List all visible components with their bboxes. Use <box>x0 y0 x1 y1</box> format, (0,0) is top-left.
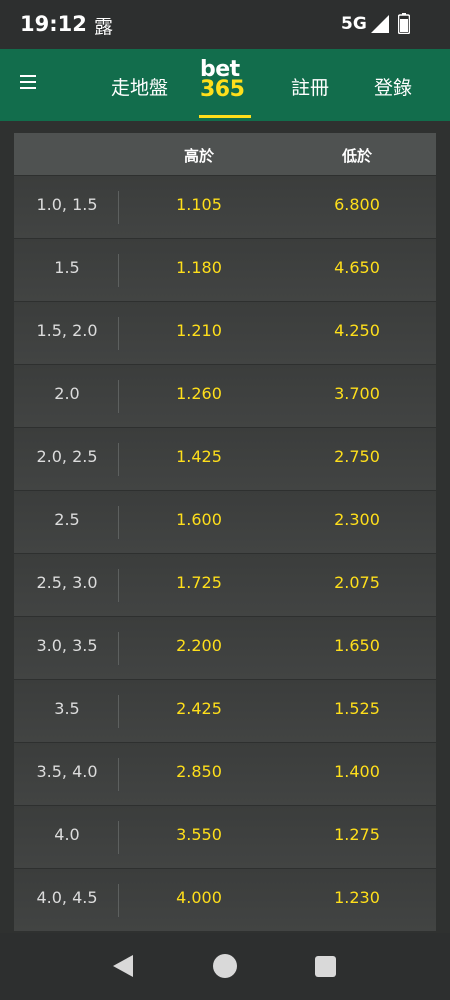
odds-under[interactable]: 1.650 <box>334 636 380 655</box>
table-row: 1.5, 2.0 1.210 4.250 <box>14 301 436 364</box>
signal-icon <box>371 15 389 33</box>
back-triangle-icon[interactable] <box>112 954 134 978</box>
odds-under[interactable]: 1.275 <box>334 825 380 844</box>
odds-under[interactable]: 1.230 <box>334 888 380 907</box>
odds-over[interactable]: 4.000 <box>176 888 222 907</box>
row-divider <box>118 506 119 539</box>
odds-under[interactable]: 3.700 <box>334 384 380 403</box>
row-divider <box>118 821 119 854</box>
goal-line: 2.5 <box>54 510 80 529</box>
hamburger-menu-icon[interactable] <box>20 75 36 89</box>
goal-line: 4.0 <box>54 825 80 844</box>
goal-line: 2.0 <box>54 384 80 403</box>
row-divider <box>118 695 119 728</box>
row-divider <box>118 569 119 602</box>
table-row: 2.5 1.600 2.300 <box>14 490 436 553</box>
table-row: 2.5, 3.0 1.725 2.075 <box>14 553 436 616</box>
status-time: 19:12 <box>20 12 87 36</box>
goal-line: 1.5 <box>54 258 80 277</box>
odds-under[interactable]: 4.250 <box>334 321 380 340</box>
row-divider <box>118 317 119 350</box>
bet365-logo[interactable]: bet 365 <box>199 57 253 119</box>
odds-over[interactable]: 1.260 <box>176 384 222 403</box>
column-header-over: 高於 <box>183 147 215 165</box>
table-row: 3.5, 4.0 2.850 1.400 <box>14 742 436 805</box>
app-header: 走地盤 bet 365 註冊 登錄 <box>0 49 450 121</box>
row-divider <box>118 380 119 413</box>
goal-line: 3.0, 3.5 <box>36 636 98 655</box>
odds-under[interactable]: 1.525 <box>334 699 380 718</box>
goal-line: 4.0, 4.5 <box>36 888 98 907</box>
table-row: 3.5 2.425 1.525 <box>14 679 436 742</box>
table-row: 1.5 1.180 4.650 <box>14 238 436 301</box>
odds-over[interactable]: 2.425 <box>176 699 222 718</box>
goal-line: 1.0, 1.5 <box>36 195 98 214</box>
odds-over[interactable]: 1.210 <box>176 321 222 340</box>
table-row: 2.0, 2.5 1.425 2.750 <box>14 427 436 490</box>
odds-over[interactable]: 1.180 <box>176 258 222 277</box>
odds-under[interactable]: 1.400 <box>334 762 380 781</box>
table-row: 4.0, 4.5 4.000 1.230 <box>14 868 436 931</box>
logo-365-text: 365 <box>200 77 245 102</box>
odds-under[interactable]: 2.075 <box>334 573 380 592</box>
goal-line: 2.5, 3.0 <box>36 573 98 592</box>
table-row: 1.0, 1.5 1.105 6.800 <box>14 175 436 238</box>
goal-line-odds-table: 高於 低於 1.0, 1.5 1.105 6.800 1.5 1.180 4.6… <box>14 133 436 931</box>
row-divider <box>118 758 119 791</box>
recent-apps-square-icon[interactable] <box>315 956 336 977</box>
odds-over[interactable]: 2.850 <box>176 762 222 781</box>
home-circle-icon[interactable] <box>213 954 237 978</box>
odds-over[interactable]: 2.200 <box>176 636 222 655</box>
odds-over[interactable]: 1.725 <box>176 573 222 592</box>
table-row: 3.0, 3.5 2.200 1.650 <box>14 616 436 679</box>
column-header-under: 低於 <box>341 147 373 165</box>
notification-icon: 露 <box>94 16 114 38</box>
odds-under[interactable]: 4.650 <box>334 258 380 277</box>
odds-over[interactable]: 1.600 <box>176 510 222 529</box>
row-divider <box>118 443 119 476</box>
table-row: 4.0 3.550 1.275 <box>14 805 436 868</box>
nav-inplay[interactable]: 走地盤 <box>111 73 168 100</box>
odds-over[interactable]: 1.105 <box>176 195 222 214</box>
logo-active-underline <box>199 115 251 118</box>
table-header: 高於 低於 <box>14 133 436 175</box>
nav-login[interactable]: 登錄 <box>374 73 412 100</box>
table-row: 2.0 1.260 3.700 <box>14 364 436 427</box>
network-type: 5G <box>341 14 367 34</box>
system-nav-bar <box>0 933 450 1000</box>
odds-over[interactable]: 3.550 <box>176 825 222 844</box>
goal-line: 1.5, 2.0 <box>36 321 98 340</box>
row-divider <box>118 884 119 917</box>
row-divider <box>118 632 119 665</box>
odds-under[interactable]: 2.300 <box>334 510 380 529</box>
odds-under[interactable]: 6.800 <box>334 195 380 214</box>
nav-register[interactable]: 註冊 <box>291 73 329 100</box>
goal-line: 2.0, 2.5 <box>36 447 98 466</box>
goal-line: 3.5 <box>54 699 80 718</box>
row-divider <box>118 254 119 287</box>
odds-over[interactable]: 1.425 <box>176 447 222 466</box>
odds-under[interactable]: 2.750 <box>334 447 380 466</box>
goal-line: 3.5, 4.0 <box>36 762 98 781</box>
battery-icon <box>398 13 410 34</box>
row-divider <box>118 191 119 224</box>
status-bar: 19:12 露 5G <box>0 0 450 49</box>
